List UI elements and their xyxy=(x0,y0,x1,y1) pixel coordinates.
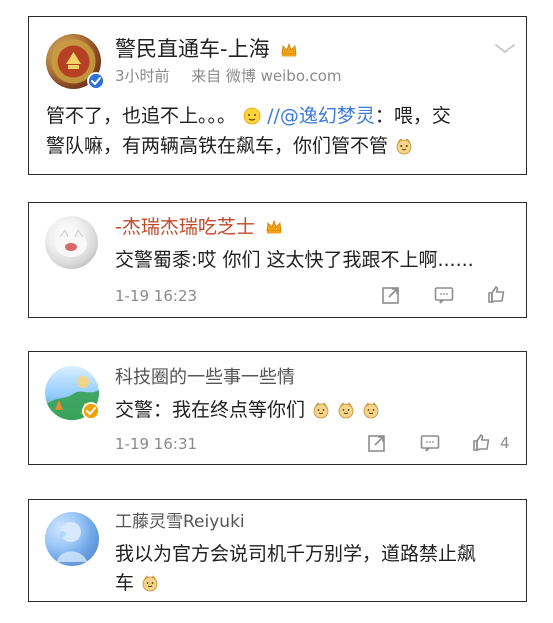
doge-face-icon xyxy=(363,402,379,419)
comment-icon[interactable] xyxy=(419,432,441,454)
username[interactable]: 科技圈的一些事一些情 xyxy=(115,369,295,387)
username[interactable]: 工藤灵雪Reiyuki xyxy=(115,514,245,531)
post-source: 来自 微博 weibo.com xyxy=(191,67,342,85)
post-time: 3小时前 xyxy=(115,67,170,85)
share-icon[interactable] xyxy=(366,432,388,454)
comment-text-line-2: 车 xyxy=(115,568,159,598)
comment-text: 交警：我在终点等你们 xyxy=(115,395,380,425)
weibo-comment-card-4: 工藤灵雪Reiyuki 我以为官方会说司机千万别学，道路禁止飙 车 xyxy=(28,499,527,602)
avatar-blur[interactable] xyxy=(45,512,99,566)
cat-photo-icon xyxy=(55,228,87,257)
like-count: 4 xyxy=(500,434,510,452)
mention-link[interactable]: //@逸幻梦灵 xyxy=(267,105,375,127)
username[interactable]: -杰瑞杰瑞吃芝士 xyxy=(115,218,283,237)
doge-face-icon xyxy=(338,402,354,419)
like-icon[interactable] xyxy=(471,431,493,453)
cat-face-icon xyxy=(396,138,412,155)
comment-icon[interactable] xyxy=(433,284,455,306)
username[interactable]: 警民直通车-上海 xyxy=(115,39,298,60)
comment-date: 1-19 16:23 xyxy=(115,287,198,305)
like-icon[interactable] xyxy=(486,283,508,305)
comment-text-line-1: 我以为官方会说司机千万别学，道路禁止飙 xyxy=(115,543,477,565)
comment-text: 交警蜀黍:哎 你们 这太快了我跟不上啊...... xyxy=(115,249,474,271)
post-meta: 3小时前 来自 微博 weibo.com xyxy=(115,69,342,84)
verified-icon xyxy=(82,402,100,420)
comment-date: 1-19 16:31 xyxy=(115,435,198,453)
portrait-photo-icon xyxy=(57,522,87,562)
shy-face-icon xyxy=(243,107,261,125)
weibo-comment-card-1: 警民直通车-上海 3小时前 来自 微博 weibo.com 管不了，也追不上。。… xyxy=(28,16,527,175)
vip-crown-icon xyxy=(281,42,297,57)
weibo-comment-card-3: 科技圈的一些事一些情 交警：我在终点等你们 1-19 16:31 4 xyxy=(28,351,527,465)
chevron-down-icon[interactable] xyxy=(493,39,517,57)
share-icon[interactable] xyxy=(380,284,402,306)
doge-face-icon xyxy=(142,575,158,592)
verified-icon xyxy=(87,72,105,90)
doge-face-icon xyxy=(313,402,329,419)
vip-crown-icon xyxy=(266,219,282,234)
weibo-comment-card-2: -杰瑞杰瑞吃芝士 交警蜀黍:哎 你们 这太快了我跟不上啊...... 1-19 … xyxy=(28,202,527,318)
comment-text-line-1: 管不了，也追不上。。。 //@逸幻梦灵：喂，交 xyxy=(46,105,451,127)
comment-text-line-2: 警队嘛，有两辆高铁在飙车，你们管不管 xyxy=(46,131,413,161)
avatar-cat[interactable] xyxy=(45,216,98,269)
